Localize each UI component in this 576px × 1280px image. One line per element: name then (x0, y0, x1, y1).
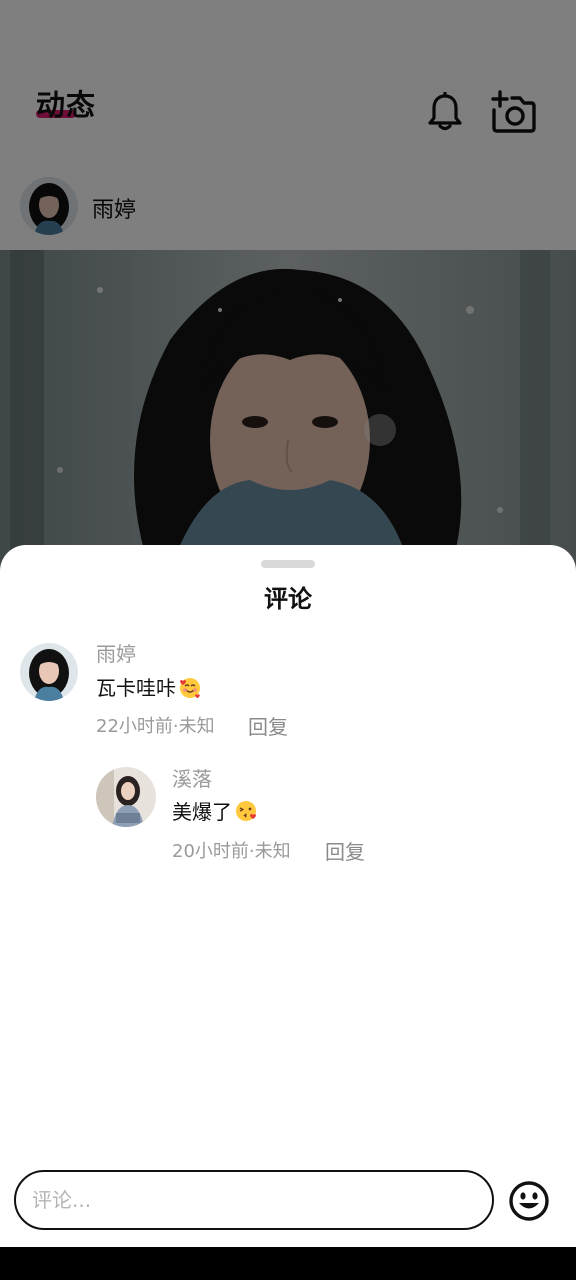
commenter-avatar[interactable] (96, 767, 156, 827)
face-blowing-kiss-icon (236, 800, 256, 821)
emoji-smile-icon[interactable] (508, 1180, 550, 1222)
comment-text: 美爆了 (172, 796, 258, 825)
system-navigation-bar (0, 1247, 576, 1280)
reply-button[interactable]: 回复 (325, 836, 365, 865)
commenter-name[interactable]: 溪落 (172, 763, 212, 792)
comment-timestamp: 20小时前·未知 (172, 841, 291, 862)
comment-input[interactable] (14, 1170, 494, 1230)
screen: 动态 雨婷 (0, 0, 576, 1280)
comments-sheet: 评论 雨婷 瓦卡哇咔 22小时前·未知 回复 溪落 美爆了 20小时前·未知 回… (0, 545, 576, 1247)
comment-item: 溪落 美爆了 20小时前·未知 回复 (0, 545, 576, 875)
comment-text-body: 美爆了 (172, 800, 232, 824)
